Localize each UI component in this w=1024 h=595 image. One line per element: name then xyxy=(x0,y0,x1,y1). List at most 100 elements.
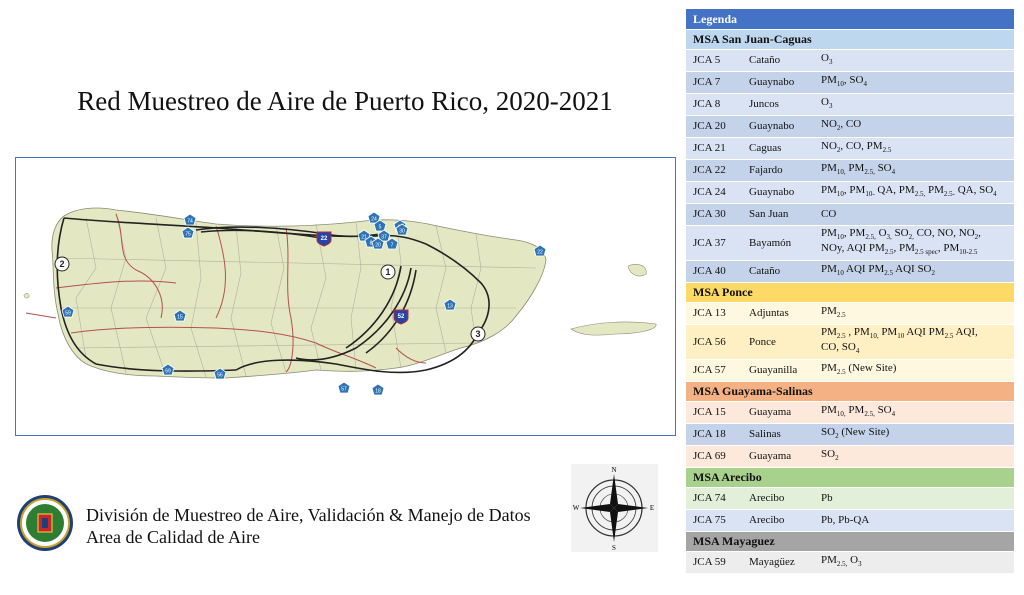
station-marker-label: 57 xyxy=(341,387,347,393)
legend-row: JCA 21 Caguas NO2, CO, PM2.5 xyxy=(686,138,1014,159)
station-id: JCA 7 xyxy=(686,72,742,93)
station-marker-label: 15 xyxy=(177,315,183,321)
footer-area: Area de Calidad de Aire xyxy=(86,527,260,547)
legend-row: JCA 30 San Juan CO xyxy=(686,204,1014,225)
station-pollutants: PM2.5 , PM10, PM10 AQI PM2.5 AQI, CO, SO4 xyxy=(814,325,1014,359)
highway-shield-22: 22 xyxy=(316,231,332,247)
compass-west: W xyxy=(573,504,580,512)
legend-group-name: MSA Mayaguez xyxy=(686,532,1014,551)
legend-group-header: MSA Mayaguez xyxy=(686,532,1014,551)
station-city: Bayamón xyxy=(742,226,814,260)
route-circle-3: 3 xyxy=(470,326,486,342)
legend-group-name: MSA San Juan-Caguas xyxy=(686,30,1014,49)
station-pollutants: CO xyxy=(814,204,1014,225)
station-city: Ponce xyxy=(742,325,814,359)
legend-row: JCA 57 Guayanilla PM2.5 (New Site) xyxy=(686,360,1014,381)
station-id: JCA 15 xyxy=(686,402,742,423)
station-marker-label: 59 xyxy=(65,311,71,317)
station-marker-label: 5 xyxy=(379,225,382,231)
station-id: JCA 22 xyxy=(686,160,742,181)
station-pollutants: PM2.5 xyxy=(814,303,1014,324)
station-pollutants: SO2 xyxy=(814,446,1014,467)
station-marker-label: 75 xyxy=(185,232,191,238)
svg-text:22: 22 xyxy=(321,236,328,242)
station-id: JCA 24 xyxy=(686,182,742,203)
station-city: Guayama xyxy=(742,446,814,467)
station-city: Salinas xyxy=(742,424,814,445)
station-pollutants: Pb xyxy=(814,488,1014,509)
mona-island xyxy=(23,293,30,299)
station-city: Arecibo xyxy=(742,510,814,531)
station-id: JCA 30 xyxy=(686,204,742,225)
legend-row: JCA 8 Juncos O3 xyxy=(686,94,1014,115)
station-id: JCA 13 xyxy=(686,303,742,324)
station-pollutants: PM10, PM2.5, SO4 xyxy=(814,402,1014,423)
station-city: Adjuntas xyxy=(742,303,814,324)
legend-group-header: MSA Guayama-Salinas xyxy=(686,382,1014,401)
station-id: JCA 57 xyxy=(686,360,742,381)
station-city: Guayanilla xyxy=(742,360,814,381)
station-pollutants: NO2, CO xyxy=(814,116,1014,137)
legend-row: JCA 5 Cataño O3 xyxy=(686,50,1014,71)
svg-text:2: 2 xyxy=(59,259,64,269)
station-marker-label: 74 xyxy=(187,219,193,225)
station-id: JCA 8 xyxy=(686,94,742,115)
station-marker-57[interactable]: 57 xyxy=(337,381,351,394)
legend-row: JCA 56 Ponce PM2.5 , PM10, PM10 AQI PM2.5 … xyxy=(686,325,1014,359)
station-pollutants: PM10, PM2.5, O3, SO2, CO, NO, NO2, NOy, A… xyxy=(814,226,1014,260)
station-id: JCA 74 xyxy=(686,488,742,509)
station-city: Guaynabo xyxy=(742,116,814,137)
station-pollutants: PM10, PM10- QA, PM2.5, PM2.5- QA, SO4 xyxy=(814,182,1014,203)
station-id: JCA 20 xyxy=(686,116,742,137)
footer-division: División de Muestreo de Aire, Validación… xyxy=(86,505,531,525)
station-pollutants: O3 xyxy=(814,94,1014,115)
station-city: Cataño xyxy=(742,261,814,282)
legend-header: Legenda xyxy=(686,9,1014,29)
legend-group-header: MSA Arecibo xyxy=(686,468,1014,487)
station-marker-label: 18 xyxy=(375,389,381,395)
station-city: Juncos xyxy=(742,94,814,115)
station-marker-label: 20 xyxy=(375,243,381,249)
station-id: JCA 40 xyxy=(686,261,742,282)
compass-south: S xyxy=(612,544,616,552)
station-pollutants: PM10, PM2.5, SO4 xyxy=(814,160,1014,181)
station-city: San Juan xyxy=(742,204,814,225)
station-city: Caguas xyxy=(742,138,814,159)
legend-row: JCA 22 Fajardo PM10, PM2.5, SO4 xyxy=(686,160,1014,181)
legend-row: JCA 37 Bayamón PM10, PM2.5, O3, SO2, CO, N… xyxy=(686,226,1014,260)
route-circle-1: 1 xyxy=(380,264,396,280)
map-panel[interactable]: 74752454021308377202215595613691857 2252… xyxy=(15,157,676,436)
station-marker-label: 24 xyxy=(371,217,377,223)
legend-row: JCA 20 Guaynabo NO2, CO xyxy=(686,116,1014,137)
station-id: JCA 18 xyxy=(686,424,742,445)
legend-row: JCA 59 Mayagüez PM2.5, O3 xyxy=(686,552,1014,573)
legend-group-name: MSA Ponce xyxy=(686,283,1014,302)
station-pollutants: PM2.5, O3 xyxy=(814,552,1014,573)
compass-rose: N S E W xyxy=(571,464,658,552)
legend-group-header: MSA Ponce xyxy=(686,283,1014,302)
station-id: JCA 69 xyxy=(686,446,742,467)
svg-text:1: 1 xyxy=(385,267,390,277)
legend-row: JCA 40 Cataño PM10 AQI PM2.5 AQI SO2 xyxy=(686,261,1014,282)
station-city: Cataño xyxy=(742,50,814,71)
station-city: Arecibo xyxy=(742,488,814,509)
legend-row: JCA 15 Guayama PM10, PM2.5, SO4 xyxy=(686,402,1014,423)
station-id: JCA 37 xyxy=(686,226,742,260)
station-marker-label: 37 xyxy=(381,235,387,241)
puerto-rico-map[interactable]: 74752454021308377202215595613691857 2252… xyxy=(16,158,675,435)
legend-row: JCA 13 Adjuntas PM2.5 xyxy=(686,303,1014,324)
station-marker-74[interactable]: 74 xyxy=(183,213,197,226)
station-marker-18[interactable]: 18 xyxy=(371,383,385,396)
station-marker-label: 7 xyxy=(391,243,394,249)
legend-row: JCA 75 Arecibo Pb, Pb-QA xyxy=(686,510,1014,531)
legend-row: JCA 74 Arecibo Pb xyxy=(686,488,1014,509)
station-id: JCA 59 xyxy=(686,552,742,573)
station-city: Guayama xyxy=(742,402,814,423)
compass-east: E xyxy=(650,504,654,512)
legend-row: JCA 24 Guaynabo PM10, PM10- QA, PM2.5, PM2… xyxy=(686,182,1014,203)
station-marker-label: 30 xyxy=(399,229,405,235)
station-id: JCA 75 xyxy=(686,510,742,531)
station-marker-label: 56 xyxy=(217,373,223,379)
station-city: Mayagüez xyxy=(742,552,814,573)
legend-table: Legenda MSA San Juan-Caguas JCA 5 Cataño O3 J… xyxy=(686,8,1014,574)
